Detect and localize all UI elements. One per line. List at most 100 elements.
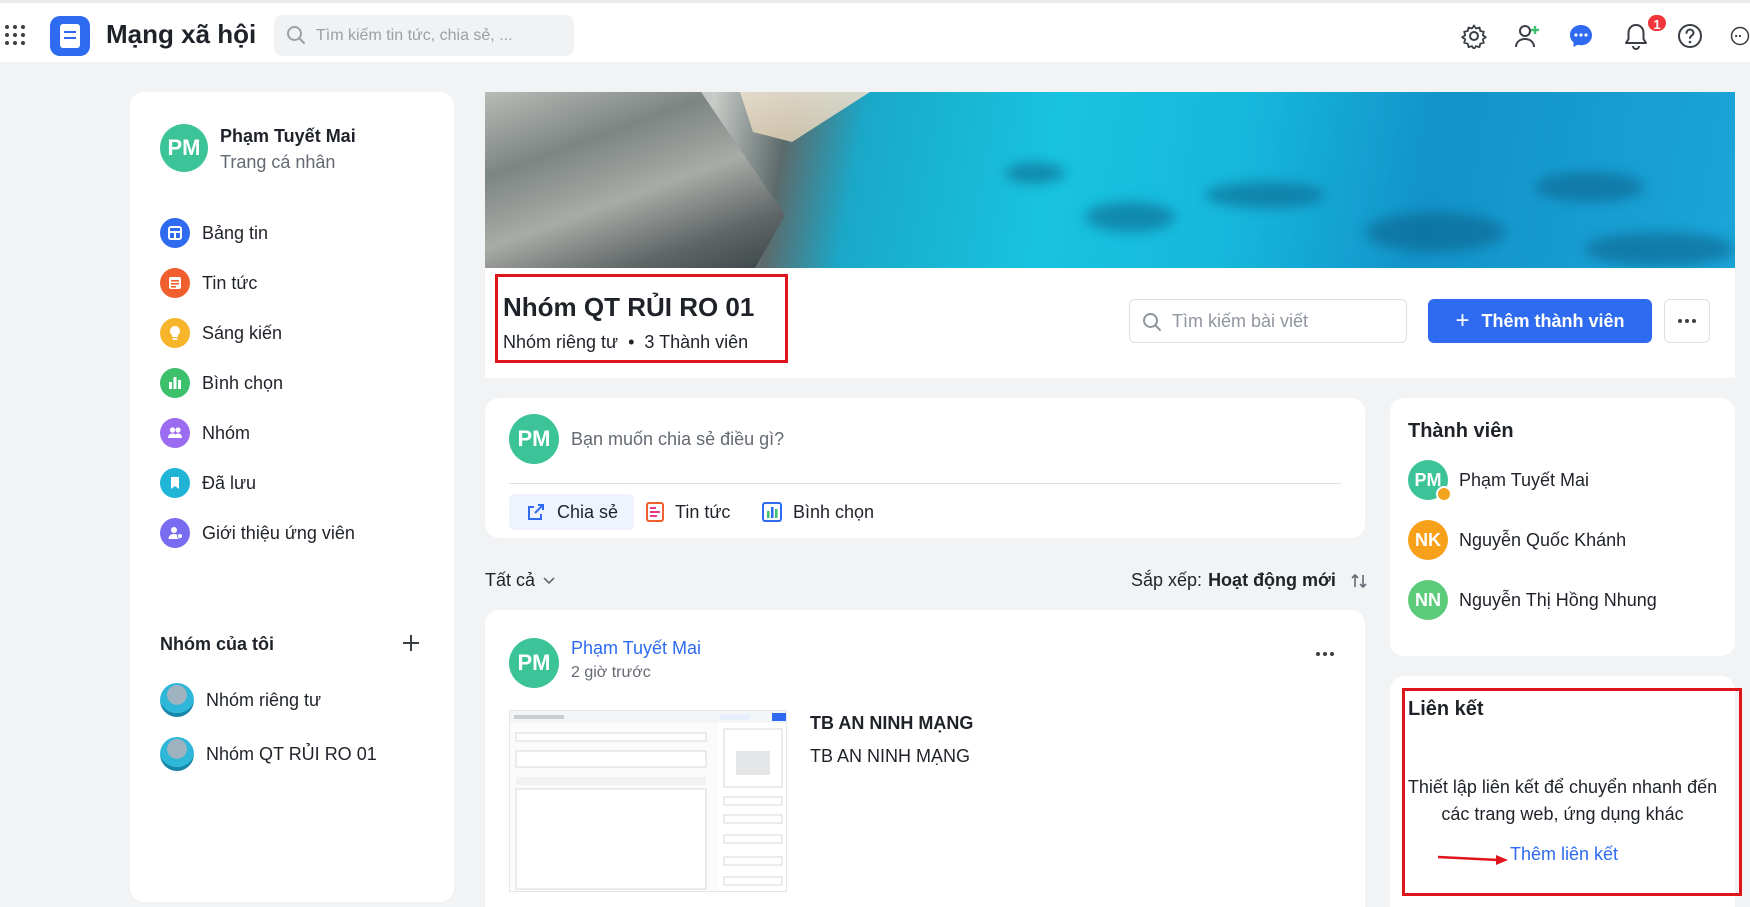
app-title: Mạng xã hội xyxy=(106,19,257,49)
nav-label: Tin tức xyxy=(202,272,258,293)
search-icon xyxy=(287,26,305,44)
chat-messenger-icon[interactable] xyxy=(1566,21,1596,51)
nav-item-gioi-thieu-ung-vien[interactable]: Giới thiệu ứng viên xyxy=(160,515,355,551)
group-thumbnail xyxy=(160,683,194,717)
news-icon xyxy=(646,502,664,522)
share-label: Chia sẻ xyxy=(557,501,619,522)
poll-icon xyxy=(160,368,190,398)
sort-arrows-icon xyxy=(1351,573,1367,588)
group-item-qt-rui-ro[interactable]: Nhóm QT RỦI RO 01 xyxy=(160,736,377,772)
plus-icon: + xyxy=(1455,307,1470,334)
sort-value: Hoạt động mới xyxy=(1208,570,1336,590)
nav-item-nhom[interactable]: Nhóm xyxy=(160,415,250,451)
add-friend-icon[interactable] xyxy=(1512,21,1542,51)
member-name: Phạm Tuyết Mai xyxy=(1459,469,1590,490)
post-thumbnail[interactable] xyxy=(509,710,787,892)
post-author-name[interactable]: Phạm Tuyết Mai xyxy=(571,638,701,659)
news-label: Tin tức xyxy=(675,501,731,522)
group-privacy: Nhóm riêng tư xyxy=(503,332,619,352)
post-card: PM Phạm Tuyết Mai 2 giờ trước TB AN NINH… xyxy=(485,610,1365,907)
referral-icon xyxy=(160,518,190,548)
group-member-count[interactable]: 3 Thành viên xyxy=(644,332,748,352)
nav-item-binh-chon[interactable]: Bình chọn xyxy=(160,365,283,401)
group-item-private[interactable]: Nhóm riêng tư xyxy=(160,682,321,718)
group-cover-image xyxy=(485,92,1735,268)
group-label: Nhóm QT RỦI RO 01 xyxy=(206,743,377,764)
profile-name[interactable]: Phạm Tuyết Mai xyxy=(220,126,356,147)
nav-item-da-luu[interactable]: Đã lưu xyxy=(160,465,256,501)
group-thumbnail xyxy=(160,737,194,771)
profile-subtitle[interactable]: Trang cá nhân xyxy=(220,152,335,173)
group-more-button[interactable] xyxy=(1664,299,1710,343)
divider xyxy=(509,483,1341,484)
my-groups-heading: Nhóm của tôi xyxy=(160,634,275,654)
add-group-plus-icon[interactable] xyxy=(396,628,426,658)
member-avatar: NK xyxy=(1408,520,1448,560)
composer-avatar: PM xyxy=(509,414,559,464)
nav-label: Bảng tin xyxy=(202,222,269,243)
post-body: TB AN NINH MẠNG xyxy=(810,746,971,766)
group-name: Nhóm QT RỦI RO 01 xyxy=(503,292,755,322)
member-avatar: PM xyxy=(1408,460,1452,502)
nav-item-tin-tuc[interactable]: Tin tức xyxy=(160,265,257,301)
bookmark-icon xyxy=(160,468,190,498)
lightbulb-icon xyxy=(160,318,190,348)
feed-filter-dropdown[interactable]: Tất cả xyxy=(485,570,555,591)
nav-label: Đã lưu xyxy=(202,472,257,493)
help-question-icon[interactable] xyxy=(1675,21,1705,51)
group-meta: Nhóm riêng tư • 3 Thành viên xyxy=(503,332,748,353)
group-label: Nhóm riêng tư xyxy=(206,689,322,710)
sort-prefix: Sắp xếp: xyxy=(1131,570,1203,590)
group-header: Nhóm QT RỦI RO 01 Nhóm riêng tư • 3 Thành … xyxy=(485,268,1735,378)
poll-button[interactable]: Bình chọn xyxy=(745,494,890,530)
member-avatar: NN xyxy=(1408,580,1448,620)
chevron-down-icon xyxy=(543,576,555,584)
settings-gear-icon[interactable] xyxy=(1459,21,1489,51)
member-item[interactable]: NK Nguyễn Quốc Khánh xyxy=(1408,520,1626,560)
app-logo-icon[interactable] xyxy=(50,16,90,56)
post-title[interactable]: TB AN NINH MẠNG xyxy=(810,713,973,734)
members-panel: Thành viên PM Phạm Tuyết Mai NK Nguyễn Q… xyxy=(1390,398,1735,656)
nav-label: Sáng kiến xyxy=(202,322,283,343)
post-composer: PM Bạn muốn chia sẻ điều gì? Chia sẻ Tin… xyxy=(485,398,1365,538)
post-search[interactable] xyxy=(1129,299,1407,343)
share-button[interactable]: Chia sẻ xyxy=(509,494,635,530)
news-button[interactable]: Tin tức xyxy=(629,494,746,530)
poll-label: Bình chọn xyxy=(793,501,875,522)
member-name: Nguyễn Thị Hồng Nhung xyxy=(1459,589,1657,610)
filter-label: Tất cả xyxy=(485,570,536,590)
member-item[interactable]: PM Phạm Tuyết Mai xyxy=(1408,460,1590,502)
add-member-label: Thêm thành viên xyxy=(1481,310,1625,331)
search-icon xyxy=(1143,313,1161,331)
add-member-button[interactable]: + Thêm thành viên xyxy=(1428,299,1652,343)
composer-prompt[interactable]: Bạn muốn chia sẻ điều gì? xyxy=(571,429,784,450)
member-name: Nguyễn Quốc Khánh xyxy=(1459,529,1627,550)
nav-label: Giới thiệu ứng viên xyxy=(202,522,355,543)
global-search[interactable] xyxy=(274,15,574,56)
apps-grid-icon[interactable] xyxy=(5,25,27,47)
news-icon xyxy=(160,268,190,298)
meta-separator: • xyxy=(628,332,635,352)
group-icon xyxy=(160,418,190,448)
post-more-icon[interactable] xyxy=(1307,642,1343,666)
members-title: Thành viên xyxy=(1408,420,1514,442)
global-search-input[interactable] xyxy=(316,15,566,56)
admin-key-icon xyxy=(1436,486,1452,502)
notification-count-badge: 1 xyxy=(1646,13,1668,33)
share-icon xyxy=(528,504,544,520)
more-options-icon[interactable] xyxy=(1730,21,1750,51)
annotation-arrow-icon xyxy=(1437,855,1508,865)
feed-sort[interactable]: Sắp xếp: Hoạt động mới xyxy=(1131,570,1368,591)
left-sidebar: PM Phạm Tuyết Mai Trang cá nhân Bảng tin… xyxy=(130,92,454,902)
post-timestamp: 2 giờ trước xyxy=(571,664,651,681)
nav-item-bang-tin[interactable]: Bảng tin xyxy=(160,215,268,251)
nav-item-sang-kien[interactable]: Sáng kiến xyxy=(160,315,282,351)
post-search-input[interactable] xyxy=(1172,300,1400,342)
nav-label: Nhóm xyxy=(202,422,251,443)
nav-label: Bình chọn xyxy=(202,372,284,393)
post-author-avatar[interactable]: PM xyxy=(509,638,559,688)
more-horizontal-icon xyxy=(1678,319,1696,323)
profile-avatar[interactable]: PM xyxy=(160,124,208,172)
member-item[interactable]: NN Nguyễn Thị Hồng Nhung xyxy=(1408,580,1657,620)
top-bar: Mạng xã hội 1 xyxy=(0,0,1750,62)
